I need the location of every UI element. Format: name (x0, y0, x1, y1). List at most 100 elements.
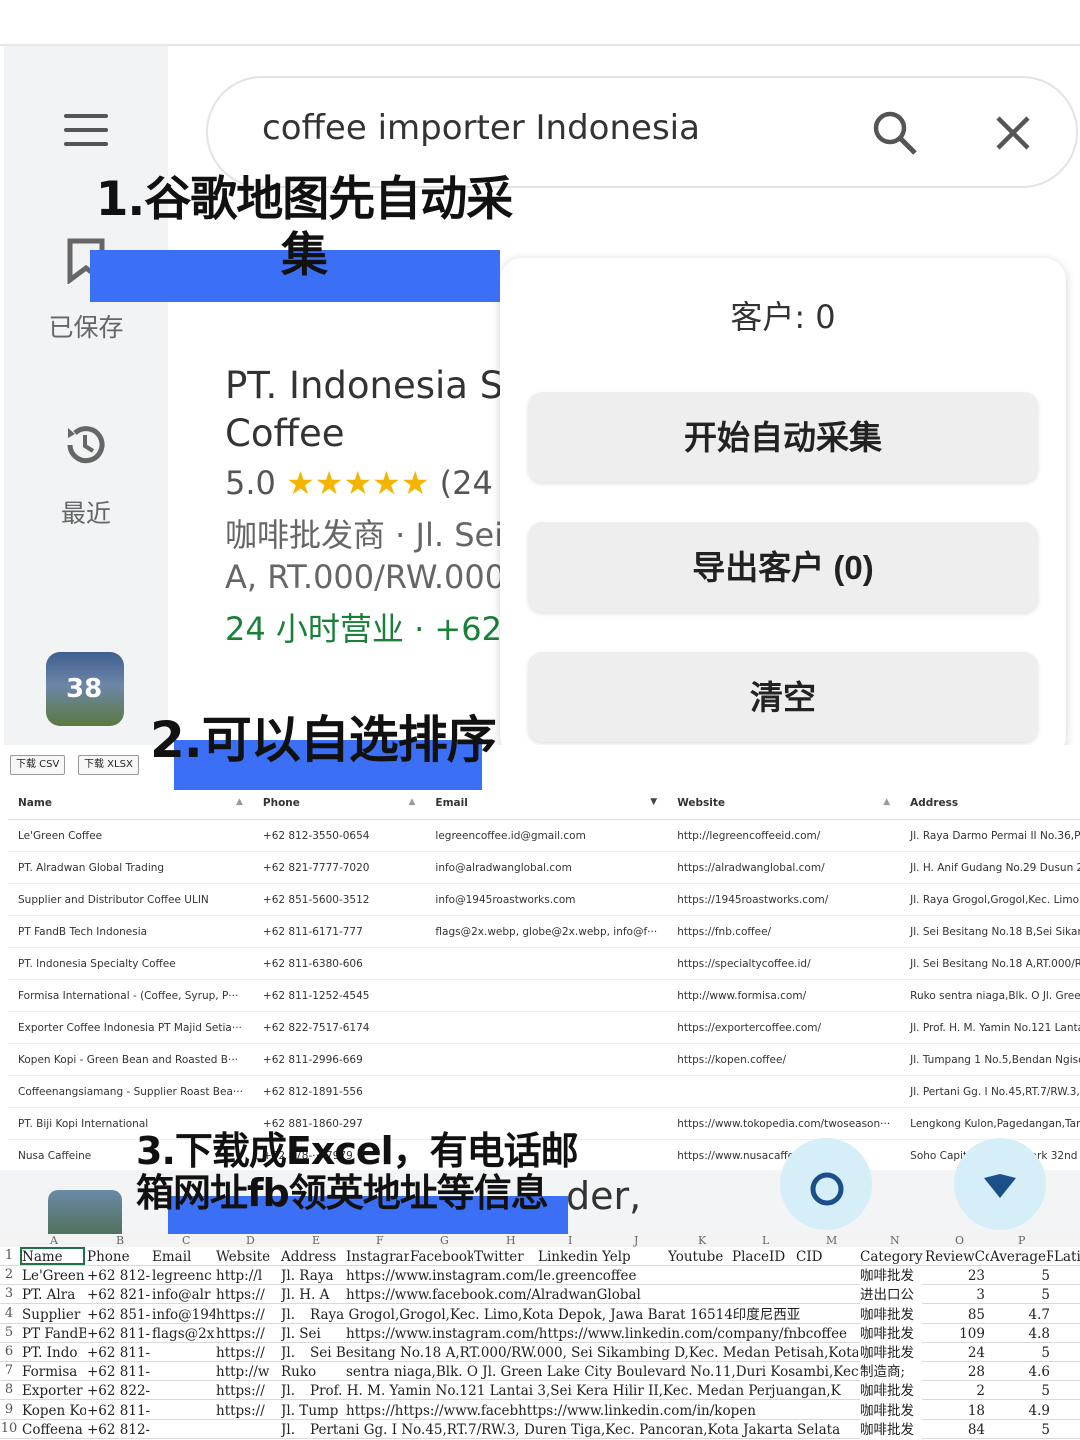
cell-name[interactable]: Coffeenangsiamang - Supplier Roast Bea··… (8, 1075, 253, 1108)
cell-name[interactable]: PT. Alradwan Global Trading (8, 851, 253, 884)
excel-cell-email[interactable] (152, 1363, 215, 1382)
excel-header-cell[interactable]: PlaceID (732, 1248, 795, 1267)
column-letter[interactable]: C (182, 1234, 190, 1247)
excel-cell-address[interactable]: Jl. (281, 1382, 311, 1401)
cell-address[interactable]: Jl. Prof. H. M. Yamin No.121 Lantai 3 (900, 1011, 1080, 1044)
column-letter[interactable]: K (698, 1234, 706, 1247)
cell-phone[interactable]: +62 822-7517-6174 (252, 1011, 426, 1044)
directions-button[interactable] (780, 1138, 872, 1230)
excel-cell-phone[interactable]: +62 851- (87, 1306, 151, 1325)
excel-cell-address[interactable]: Jl. (281, 1306, 311, 1325)
column-header-address[interactable]: Address (900, 787, 1080, 820)
excel-cell-website[interactable]: http://w (216, 1363, 280, 1382)
row-number[interactable]: 7 (0, 1363, 18, 1378)
cell-phone[interactable]: +62 811-1252-4545 (252, 979, 426, 1012)
excel-cell-overflow-text[interactable]: Pertani Gg. I No.45,RT.7/RW.3, Duren Tig… (310, 1421, 858, 1440)
excel-cell-rating[interactable]: 5 (990, 1286, 1050, 1305)
sort-desc-icon[interactable]: ▼ (650, 797, 657, 807)
row-number[interactable]: 3 (0, 1286, 18, 1301)
cell-name[interactable]: PT FandB Tech Indonesia (8, 915, 253, 948)
row-number[interactable]: 10 (0, 1421, 18, 1436)
excel-cell-address[interactable]: Jl. Tump (281, 1402, 345, 1421)
excel-header-cell[interactable]: Address (281, 1248, 345, 1267)
excel-cell-phone[interactable]: +62 812- (87, 1421, 151, 1440)
saved-label[interactable]: 已保存 (26, 308, 146, 344)
excel-cell-review-count[interactable]: 24 (925, 1344, 985, 1363)
excel-cell-website[interactable]: https:// (216, 1382, 280, 1401)
excel-cell-email[interactable] (152, 1382, 215, 1401)
excel-cell-name[interactable]: Supplier (22, 1306, 86, 1325)
excel-cell-overflow-text[interactable]: https://www.instagram.com/https://www.li… (346, 1325, 858, 1344)
excel-cell-name[interactable]: Coffeena (22, 1421, 86, 1440)
column-letter[interactable]: B (116, 1234, 124, 1247)
cell-address[interactable]: Jl. Raya Grogol,Grogol,Kec. Limo,K (900, 883, 1080, 916)
cell-address[interactable]: Jl. Sei Besitang No.18 A,RT.000/RW. (900, 947, 1080, 980)
row-number[interactable]: 4 (0, 1306, 18, 1321)
table-row[interactable]: Formisa International - (Coffee, Syrup, … (8, 979, 1080, 1012)
column-letter[interactable]: O (955, 1234, 964, 1247)
excel-header-cell[interactable]: Email (152, 1248, 215, 1267)
row-number[interactable]: 8 (0, 1382, 18, 1397)
excel-cell-website[interactable]: https:// (216, 1402, 280, 1421)
cell-address[interactable]: Lengkong Kulon,Pagedangan,Tange (900, 1107, 1080, 1140)
cell-address[interactable]: Jl. Raya Darmo Permai II No.36,Pra (900, 819, 1080, 852)
column-letter[interactable]: J (634, 1234, 638, 1247)
menu-icon[interactable] (64, 114, 108, 148)
excel-cell-phone[interactable]: +62 822- (87, 1382, 151, 1401)
column-letter[interactable]: H (506, 1234, 516, 1247)
excel-cell-website[interactable]: http://l (216, 1267, 280, 1286)
history-icon[interactable] (62, 422, 108, 468)
excel-cell-address[interactable]: Jl. (281, 1421, 311, 1440)
row-number[interactable]: 9 (0, 1402, 18, 1417)
column-header-name[interactable]: Name ▲ (8, 787, 253, 820)
start-scrape-button[interactable]: 开始自动采集 (528, 392, 1038, 482)
excel-cell-website[interactable]: https:// (216, 1344, 280, 1363)
column-letter[interactable]: A (50, 1234, 58, 1247)
cell-name[interactable]: Le'Green Coffee (8, 819, 253, 852)
cell-name[interactable]: Kopen Kopi - Green Bean and Roasted B··· (8, 1043, 253, 1076)
excel-cell-category[interactable]: 咖啡批发 (860, 1324, 922, 1344)
excel-cell-rating[interactable]: 4.8 (990, 1325, 1050, 1344)
table-row[interactable]: Supplier and Distributor Coffee ULIN +62 … (8, 883, 1080, 916)
excel-header-cell[interactable]: Linkedin (538, 1248, 601, 1267)
excel-cell-phone[interactable]: +62 821- (87, 1286, 151, 1305)
cell-address[interactable]: Ruko sentra niaga,Blk. O Jl. Green L (900, 979, 1080, 1012)
column-letter[interactable]: G (440, 1234, 449, 1247)
search-icon[interactable] (872, 110, 918, 156)
excel-cell-website[interactable]: https:// (216, 1306, 280, 1325)
cell-website[interactable]: https://1945roastworks.com/ (667, 883, 901, 916)
cell-email[interactable] (425, 979, 668, 1012)
excel-header-cell[interactable]: Website (216, 1248, 280, 1267)
download-csv-button[interactable]: 下载 CSV (10, 755, 66, 775)
excel-cell-email[interactable] (152, 1344, 215, 1363)
excel-cell-overflow-text[interactable]: Raya Grogol,Grogol,Kec. Limo,Kota Depok,… (310, 1306, 858, 1325)
excel-cell-phone[interactable]: +62 811- (87, 1402, 151, 1421)
excel-cell-address[interactable]: Ruko (281, 1363, 345, 1382)
row-number[interactable]: 5 (0, 1325, 18, 1340)
excel-cell-email[interactable]: legreenc (152, 1267, 215, 1286)
excel-header-cell[interactable]: Facebook (410, 1248, 473, 1267)
search-input[interactable]: coffee importer Indonesia (262, 108, 700, 148)
cell-phone[interactable]: +62 811-2996-669 (252, 1043, 426, 1076)
excel-cell-website[interactable]: https:// (216, 1286, 280, 1305)
excel-cell-review-count[interactable]: 85 (925, 1306, 985, 1325)
table-row[interactable]: Le'Green Coffee +62 812-3550-0654 legreenc… (8, 819, 1080, 852)
cell-phone[interactable]: +62 851-5600-3512 (252, 883, 426, 916)
excel-cell-name[interactable]: Exporter (22, 1382, 86, 1401)
excel-cell-phone[interactable]: +62 811- (87, 1363, 151, 1382)
excel-cell-address[interactable]: Jl. (281, 1344, 311, 1363)
excel-cell-address[interactable]: Jl. H. A (281, 1286, 345, 1305)
table-row[interactable]: Exporter Coffee Indonesia PT Majid Setia… (8, 1011, 1080, 1044)
cell-website[interactable] (667, 1075, 901, 1108)
excel-header-cell[interactable]: CID (796, 1248, 859, 1267)
cell-phone[interactable]: +62 811-6171-777 (252, 915, 426, 948)
excel-cell-name[interactable]: Formisa (22, 1363, 86, 1382)
excel-cell-rating[interactable]: 5 (990, 1344, 1050, 1363)
excel-header-cell[interactable]: AverageRating (990, 1248, 1053, 1267)
excel-header-cell[interactable]: Instagram (346, 1248, 409, 1267)
excel-cell-email[interactable]: info@alr (152, 1286, 215, 1305)
excel-header-cell[interactable]: Youtube (668, 1248, 731, 1267)
clear-button[interactable]: 清空 (528, 652, 1038, 742)
cell-email[interactable]: legreencoffee.id@gmail.com (425, 819, 668, 852)
excel-cell-overflow-text[interactable]: sentra niaga,Blk. O Jl. Green Lake City … (346, 1363, 858, 1382)
